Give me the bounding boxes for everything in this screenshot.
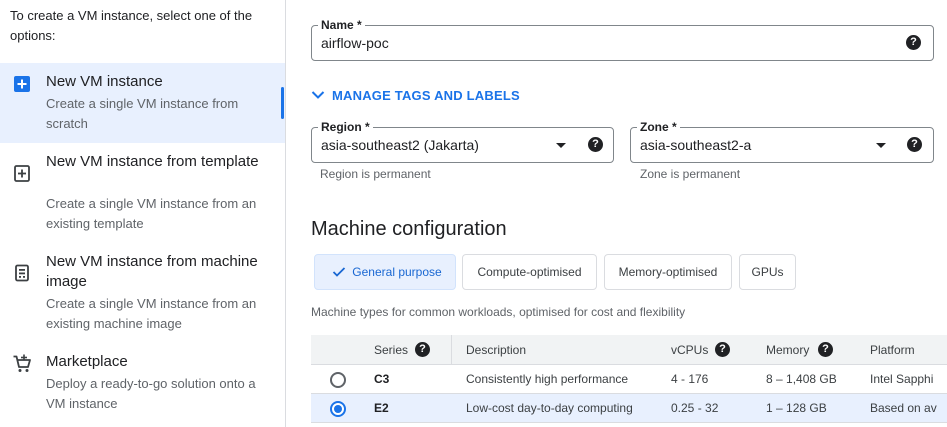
machine-types-subtitle: Machine types for common workloads, opti… [311, 305, 686, 319]
name-label: Name * [318, 18, 365, 32]
manage-tags-link[interactable]: MANAGE TAGS AND LABELS [311, 88, 520, 103]
series-radio[interactable] [330, 401, 346, 417]
tab-label: Compute-optimised [477, 265, 582, 279]
tab-label: Memory-optimised [618, 265, 718, 279]
machine-config-heading: Machine configuration [311, 218, 507, 240]
help-icon[interactable]: ? [415, 342, 430, 357]
template-add-icon [14, 165, 30, 182]
tab-general-purpose[interactable]: General purpose [314, 254, 456, 290]
column-divider [451, 335, 452, 365]
tab-compute-optimised[interactable]: Compute-optimised [462, 254, 597, 290]
option-description: Create a single VM instance from scratch [46, 96, 239, 131]
tab-label: General purpose [352, 265, 442, 279]
zone-select[interactable]: Zone * asia-southeast2-a ? [630, 120, 934, 163]
col-description: Description [466, 343, 527, 357]
name-field[interactable]: Name * airflow-poc ? [311, 18, 934, 61]
name-input-value[interactable]: airflow-poc [321, 35, 389, 52]
series-name: E2 [374, 401, 389, 415]
manage-tags-label: MANAGE TAGS AND LABELS [332, 88, 520, 103]
create-options-panel: To create a VM instance, select one of t… [0, 0, 286, 427]
region-value: asia-southeast2 (Jakarta) [321, 137, 479, 153]
option-description: Deploy a ready-to-go solution onto a VM … [46, 376, 256, 411]
help-icon[interactable]: ? [907, 137, 922, 152]
tab-memory-optimised[interactable]: Memory-optimised [604, 254, 732, 290]
option-description: Create a single VM instance from an exis… [46, 296, 257, 331]
option-from-machine-image[interactable]: New VM instance from machine image Creat… [0, 243, 285, 331]
region-label: Region * [318, 120, 373, 134]
series-vcpus: 4 - 176 [671, 372, 709, 386]
machine-series-table-header: Series ? Description vCPUs ? Memory ? Pl… [311, 335, 947, 365]
dropdown-arrow-icon [876, 143, 886, 148]
options-intro: To create a VM instance, select one of t… [10, 8, 253, 43]
option-marketplace[interactable]: Marketplace Deploy a ready-to-go solutio… [0, 343, 285, 423]
option-title: New VM instance [46, 73, 163, 90]
col-platform: Platform [870, 343, 915, 357]
zone-label: Zone * [637, 120, 680, 134]
dropdown-arrow-icon [556, 143, 566, 148]
series-memory: 1 – 128 GB [766, 401, 827, 415]
region-hint: Region is permanent [320, 167, 431, 181]
series-description: Low-cost day-to-day computing [466, 401, 633, 415]
cart-icon [13, 354, 31, 372]
check-icon [332, 267, 346, 277]
table-row-e2[interactable]: E2 Low-cost day-to-day computing 0.25 - … [311, 394, 947, 423]
option-title: Marketplace [46, 353, 128, 370]
series-platform: Intel Sapphi [870, 372, 934, 386]
zone-value: asia-southeast2-a [640, 137, 752, 153]
col-memory: Memory [766, 343, 810, 357]
series-description: Consistently high performance [466, 372, 629, 386]
option-title: New VM instance from machine image [46, 253, 258, 290]
tab-label: GPUs [751, 265, 784, 279]
col-vcpus: vCPUs [671, 343, 709, 357]
region-select[interactable]: Region * asia-southeast2 (Jakarta) ? [311, 120, 614, 163]
help-icon[interactable]: ? [715, 342, 730, 357]
chevron-down-icon [311, 91, 325, 99]
help-icon[interactable]: ? [906, 35, 921, 50]
table-row-c3[interactable]: C3 Consistently high performance 4 - 176… [311, 365, 947, 394]
add-box-icon [14, 76, 30, 92]
option-new-vm-instance[interactable]: New VM instance Create a single VM insta… [0, 63, 285, 143]
series-platform: Based on av [870, 401, 937, 415]
option-from-template[interactable]: New VM instance from template Create a s… [0, 143, 285, 231]
series-name: C3 [374, 372, 390, 386]
series-vcpus: 0.25 - 32 [671, 401, 719, 415]
help-icon[interactable]: ? [818, 342, 833, 357]
col-series: Series [374, 343, 409, 357]
series-radio[interactable] [330, 372, 346, 388]
series-memory: 8 – 1,408 GB [766, 372, 837, 386]
tab-gpus[interactable]: GPUs [739, 254, 796, 290]
zone-hint: Zone is permanent [640, 167, 741, 181]
option-description: Create a single VM instance from an exis… [46, 196, 257, 231]
help-icon[interactable]: ? [588, 137, 603, 152]
option-title: New VM instance from template [46, 153, 259, 170]
machine-image-icon [15, 264, 29, 282]
